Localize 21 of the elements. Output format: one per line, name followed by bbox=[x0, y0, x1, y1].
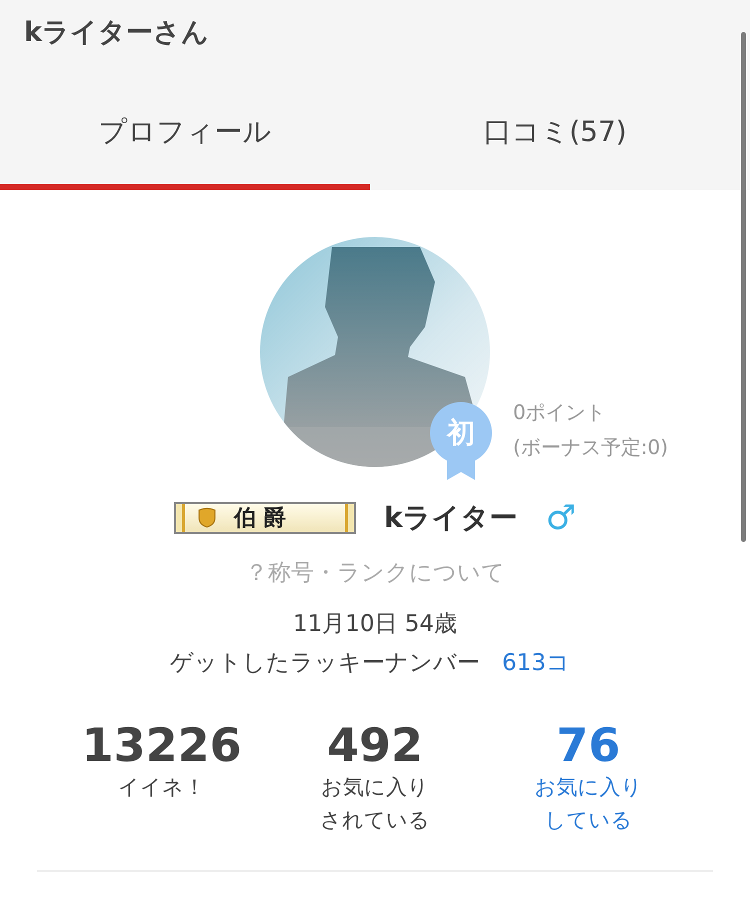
rank-info-link[interactable]: ？称号・ランクについて bbox=[245, 557, 505, 588]
stat-value: 492 bbox=[326, 720, 423, 771]
stat-label[interactable]: している bbox=[544, 804, 632, 838]
stat-label: されている bbox=[320, 807, 430, 834]
points-text: 0ポイント bbox=[513, 399, 607, 426]
stat-label: お気に入り bbox=[320, 774, 429, 801]
stat-value: 13226 bbox=[82, 720, 242, 771]
shield-icon bbox=[198, 507, 216, 529]
lucky-number-label: ゲットしたラッキーナンバー bbox=[170, 649, 480, 678]
bonus-text: (ボーナス予定:0) bbox=[513, 434, 668, 461]
gender-icon: ♂ bbox=[546, 501, 576, 535]
stat-label[interactable]: お気に入り bbox=[534, 770, 642, 804]
page-title: kライターさん bbox=[23, 16, 210, 50]
rank-badge: 伯爵 bbox=[174, 502, 356, 534]
tab[interactable]: 口コミ(57) bbox=[370, 100, 740, 190]
tab[interactable]: プロフィール bbox=[0, 100, 370, 190]
lucky-number-count[interactable]: 613コ bbox=[502, 647, 570, 678]
user-name: kライター bbox=[384, 500, 518, 536]
stat-label: イイネ！ bbox=[118, 774, 206, 801]
stat-value[interactable]: 76 bbox=[556, 720, 620, 771]
birthday-age: 11月10日 54歳 bbox=[292, 610, 458, 639]
